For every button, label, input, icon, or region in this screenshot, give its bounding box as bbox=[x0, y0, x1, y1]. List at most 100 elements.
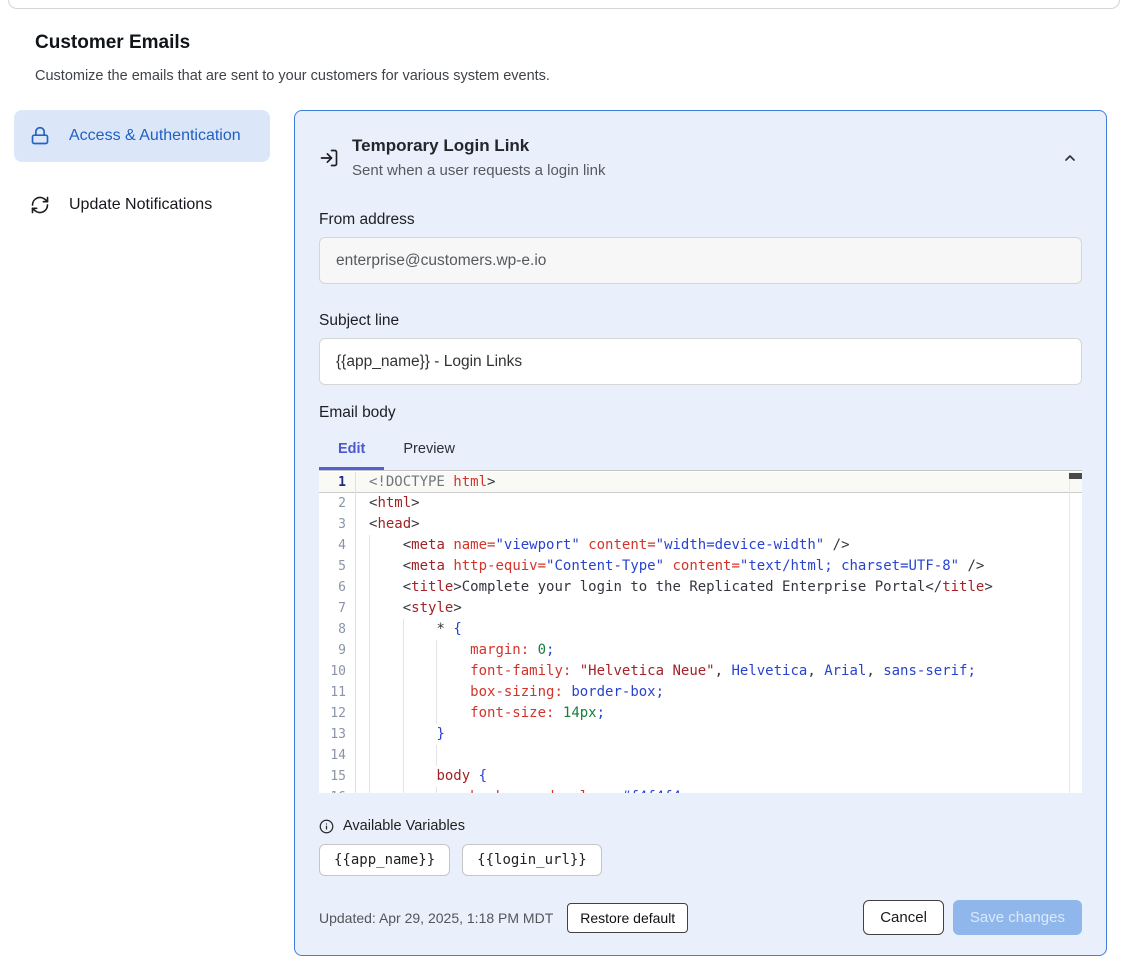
line-number: 2 bbox=[319, 493, 355, 514]
tab-preview[interactable]: Preview bbox=[384, 441, 474, 470]
code-line: body { bbox=[357, 766, 1069, 787]
line-number: 6 bbox=[319, 577, 355, 598]
indent-guide bbox=[369, 766, 370, 787]
lock-icon bbox=[30, 126, 50, 146]
indent-guide bbox=[436, 661, 437, 682]
restore-default-button[interactable]: Restore default bbox=[567, 903, 688, 933]
editor-code[interactable]: <!DOCTYPE html><html><head> <meta name="… bbox=[357, 472, 1069, 793]
panel-header-text: Temporary Login Link Sent when a user re… bbox=[352, 135, 605, 181]
code-line: <meta name="viewport" content="width=dev… bbox=[357, 535, 1069, 556]
indent-guide bbox=[369, 640, 370, 661]
page-title: Customer Emails bbox=[35, 31, 1128, 54]
sidebar: Access & Authentication Update Notificat… bbox=[14, 110, 270, 224]
updated-timestamp: Updated: Apr 29, 2025, 1:18 PM MDT bbox=[319, 910, 553, 926]
indent-guide bbox=[369, 661, 370, 682]
variable-chips: {{app_name}} {{login_url}} bbox=[319, 844, 1082, 876]
code-line: <style> bbox=[357, 598, 1069, 619]
refresh-icon bbox=[30, 195, 50, 215]
indent-guide bbox=[369, 619, 370, 640]
indent-guide bbox=[403, 724, 404, 745]
line-number: 16 bbox=[319, 787, 355, 793]
panel-subtitle: Sent when a user requests a login link bbox=[352, 161, 605, 181]
line-number: 7 bbox=[319, 598, 355, 619]
page-subtitle: Customize the emails that are sent to yo… bbox=[35, 67, 1128, 86]
panel-title: Temporary Login Link bbox=[352, 135, 605, 157]
indent-guide bbox=[403, 703, 404, 724]
indent-guide bbox=[369, 577, 370, 598]
line-number: 8 bbox=[319, 619, 355, 640]
sidebar-item-label: Access & Authentication bbox=[69, 124, 241, 148]
sidebar-item-update-notifications[interactable]: Update Notifications bbox=[14, 186, 270, 224]
indent-guide bbox=[403, 766, 404, 787]
sidebar-item-label: Update Notifications bbox=[69, 193, 212, 217]
content-row: Access & Authentication Update Notificat… bbox=[0, 110, 1128, 956]
line-number: 12 bbox=[319, 703, 355, 724]
line-number: 15 bbox=[319, 766, 355, 787]
available-variables-label: Available Variables bbox=[343, 818, 465, 834]
code-line: <meta http-equiv="Content-Type" content=… bbox=[357, 556, 1069, 577]
indent-guide bbox=[369, 682, 370, 703]
indent-guide bbox=[436, 682, 437, 703]
from-address-label: From address bbox=[319, 211, 1082, 229]
indent-guide bbox=[369, 598, 370, 619]
indent-guide bbox=[436, 787, 437, 793]
line-number: 13 bbox=[319, 724, 355, 745]
save-changes-button[interactable]: Save changes bbox=[953, 900, 1082, 935]
available-variables-header: Available Variables bbox=[319, 818, 1082, 834]
line-number: 3 bbox=[319, 514, 355, 535]
tab-edit[interactable]: Edit bbox=[319, 441, 384, 470]
indent-guide bbox=[403, 745, 404, 766]
card-bottom-edge bbox=[8, 0, 1120, 9]
indent-guide bbox=[436, 745, 437, 766]
code-line: font-family: "Helvetica Neue", Helvetica… bbox=[357, 661, 1069, 682]
indent-guide bbox=[403, 661, 404, 682]
page-header: Customer Emails Customize the emails tha… bbox=[0, 0, 1128, 86]
chevron-up-icon bbox=[1062, 150, 1078, 166]
indent-guide bbox=[436, 703, 437, 724]
email-settings-panel: Temporary Login Link Sent when a user re… bbox=[294, 110, 1107, 956]
indent-guide bbox=[369, 787, 370, 793]
subject-line-input[interactable] bbox=[319, 338, 1082, 385]
indent-guide bbox=[403, 619, 404, 640]
indent-guide bbox=[369, 724, 370, 745]
line-number: 1 bbox=[319, 472, 355, 493]
indent-guide bbox=[403, 640, 404, 661]
editor-gutter: 12345678910111213141516 bbox=[319, 472, 356, 793]
indent-guide bbox=[369, 556, 370, 577]
editor-vertical-scrollbar-thumb[interactable] bbox=[1069, 473, 1082, 479]
panel-header: Temporary Login Link Sent when a user re… bbox=[319, 135, 1082, 181]
code-line bbox=[357, 745, 1069, 766]
cancel-button[interactable]: Cancel bbox=[863, 900, 944, 935]
code-line: <html> bbox=[357, 493, 1069, 514]
panel-footer: Updated: Apr 29, 2025, 1:18 PM MDT Resto… bbox=[319, 900, 1082, 935]
line-number: 11 bbox=[319, 682, 355, 703]
indent-guide bbox=[403, 682, 404, 703]
code-line: font-size: 14px; bbox=[357, 703, 1069, 724]
indent-guide bbox=[369, 703, 370, 724]
info-icon bbox=[319, 819, 334, 834]
code-line: <head> bbox=[357, 514, 1069, 535]
line-number: 14 bbox=[319, 745, 355, 766]
code-line: <!DOCTYPE html> bbox=[357, 472, 1069, 493]
indent-guide bbox=[436, 640, 437, 661]
code-line: margin: 0; bbox=[357, 640, 1069, 661]
line-number: 5 bbox=[319, 556, 355, 577]
sidebar-item-access-authentication[interactable]: Access & Authentication bbox=[14, 110, 270, 162]
line-number: 10 bbox=[319, 661, 355, 682]
variable-chip-app-name[interactable]: {{app_name}} bbox=[319, 844, 450, 876]
collapse-button[interactable] bbox=[1058, 146, 1082, 170]
email-body-label: Email body bbox=[319, 404, 1082, 422]
editor-vertical-scrollbar[interactable] bbox=[1069, 472, 1082, 793]
from-address-input[interactable] bbox=[319, 237, 1082, 284]
code-line: } bbox=[357, 724, 1069, 745]
code-line: <title>Complete your login to the Replic… bbox=[357, 577, 1069, 598]
indent-guide bbox=[369, 745, 370, 766]
code-editor[interactable]: 12345678910111213141516 <!DOCTYPE html><… bbox=[319, 470, 1082, 793]
code-line: box-sizing: border-box; bbox=[357, 682, 1069, 703]
log-in-icon bbox=[319, 148, 339, 168]
line-number: 9 bbox=[319, 640, 355, 661]
indent-guide bbox=[369, 535, 370, 556]
variable-chip-login-url[interactable]: {{login_url}} bbox=[462, 844, 602, 876]
line-number: 4 bbox=[319, 535, 355, 556]
code-line: * { bbox=[357, 619, 1069, 640]
